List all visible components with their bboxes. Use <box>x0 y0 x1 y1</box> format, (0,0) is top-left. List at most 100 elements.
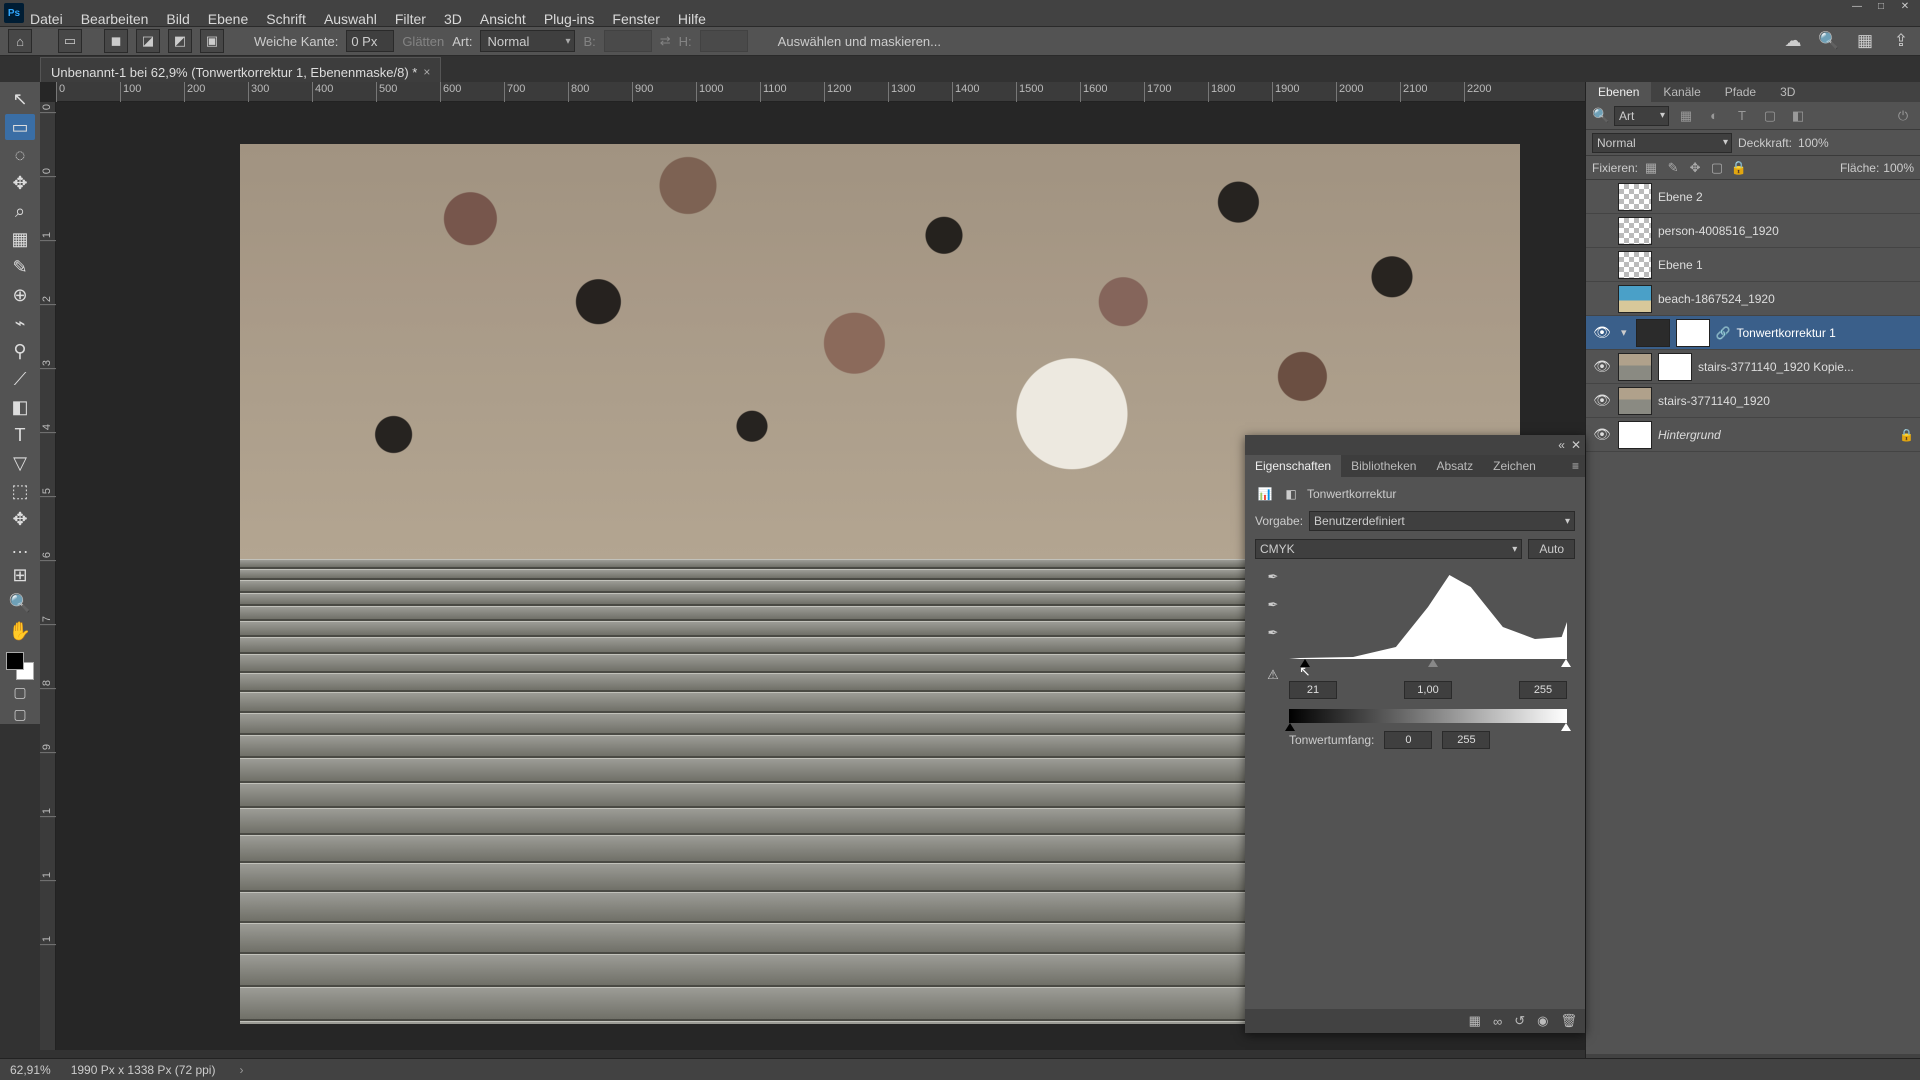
levels-clip-icon[interactable]: ⚠ <box>1263 665 1283 685</box>
tool-6[interactable]: ✎ <box>5 254 35 280</box>
tool-16[interactable]: … <box>5 534 35 560</box>
search-icon[interactable]: 🔍 <box>1818 30 1840 52</box>
layer-row[interactable]: person-4008516_1920 <box>1586 214 1920 248</box>
layer-thumbnail[interactable] <box>1618 285 1652 313</box>
prop-foot-icon-4[interactable]: 🗑 <box>1560 1013 1577 1029</box>
tool-13[interactable]: ▽ <box>5 450 35 476</box>
panel-tab-pfade[interactable]: Pfade <box>1713 82 1768 102</box>
home-button[interactable]: ⌂ <box>8 29 32 53</box>
lock-position-icon[interactable]: ✥ <box>1686 159 1704 177</box>
layer-name[interactable]: Hintergrund <box>1658 428 1893 442</box>
input-mid-slider[interactable] <box>1428 659 1438 667</box>
layer-row[interactable]: 👁 ▾ 🔗 Tonwertkorrektur 1 <box>1586 316 1920 350</box>
tool-9[interactable]: ⚲ <box>5 338 35 364</box>
tool-8[interactable]: ⌁ <box>5 310 35 336</box>
layer-row[interactable]: Ebene 2 <box>1586 180 1920 214</box>
lock-pixels-icon[interactable]: ✎ <box>1664 159 1682 177</box>
menu-schrift[interactable]: Schrift <box>266 11 306 27</box>
output-white-slider[interactable] <box>1561 723 1571 731</box>
quickmask-icon[interactable]: ▢ <box>5 682 35 702</box>
panel-tab-ebenen[interactable]: Ebenen <box>1586 82 1651 102</box>
blend-mode-select[interactable]: Normal <box>1592 133 1732 153</box>
layer-visibility-icon[interactable]: 👁 <box>1592 324 1612 341</box>
zoom-level[interactable]: 62,91% <box>10 1063 51 1077</box>
tool-18[interactable]: 🔍 <box>5 590 35 616</box>
lock-transparency-icon[interactable]: ▦ <box>1642 159 1660 177</box>
window-minimize-button[interactable]: — <box>1850 1 1864 11</box>
tool-10[interactable]: ⟋ <box>5 366 35 392</box>
fill-value[interactable]: 100% <box>1883 161 1914 175</box>
layer-visibility-icon[interactable]: 👁 <box>1592 358 1612 375</box>
layer-name[interactable]: Ebene 1 <box>1658 258 1914 272</box>
tool-11[interactable]: ◧ <box>5 394 35 420</box>
ruler-horizontal[interactable]: 0100200300400500600700800900100011001200… <box>56 82 1585 102</box>
menu-datei[interactable]: Datei <box>30 11 63 27</box>
tool-5[interactable]: ▦ <box>5 226 35 252</box>
eyedropper-white-icon[interactable]: ✒ <box>1263 623 1283 643</box>
tool-1[interactable]: ▭ <box>5 114 35 140</box>
input-black-field[interactable] <box>1289 681 1337 699</box>
document-tab[interactable]: Unbenannt-1 bei 62,9% (Tonwertkorrektur … <box>40 57 441 82</box>
auto-button[interactable]: Auto <box>1528 539 1575 559</box>
menu-auswahl[interactable]: Auswahl <box>324 11 377 27</box>
tool-3[interactable]: ✥ <box>5 170 35 196</box>
prop-tab-eigenschaften[interactable]: Eigenschaften <box>1245 455 1341 477</box>
menu-fenster[interactable]: Fenster <box>612 11 659 27</box>
layer-name[interactable]: person-4008516_1920 <box>1658 224 1914 238</box>
layer-name[interactable]: stairs-3771140_1920 <box>1658 394 1914 408</box>
filter-shape-icon[interactable]: ▢ <box>1759 106 1781 126</box>
layer-row[interactable]: 👁stairs-3771140_1920 <box>1586 384 1920 418</box>
layer-thumbnail[interactable] <box>1618 387 1652 415</box>
feather-input[interactable]: 0 Px <box>346 30 394 52</box>
layer-row[interactable]: 👁 Hintergrund 🔒 <box>1586 418 1920 452</box>
layer-lock-icon[interactable]: 🔒 <box>1899 428 1914 442</box>
layer-name[interactable]: Ebene 2 <box>1658 190 1914 204</box>
menu-ebene[interactable]: Ebene <box>208 11 248 27</box>
prop-foot-icon-1[interactable]: ∞ <box>1493 1014 1502 1029</box>
input-white-slider[interactable] <box>1561 659 1571 667</box>
tool-15[interactable]: ✥ <box>5 506 35 532</box>
color-swatch[interactable] <box>6 652 34 680</box>
eyedropper-gray-icon[interactable]: ✒ <box>1263 595 1283 615</box>
filter-type-icon[interactable]: T <box>1731 106 1753 126</box>
layer-expand-icon[interactable]: ▾ <box>1618 326 1630 339</box>
tool-12[interactable]: T <box>5 422 35 448</box>
input-mid-field[interactable] <box>1404 681 1452 699</box>
panel-collapse-icon[interactable]: « <box>1558 438 1565 452</box>
layer-mask-thumbnail[interactable] <box>1658 353 1692 381</box>
output-black-field[interactable] <box>1384 731 1432 749</box>
tool-4[interactable]: ⌕ <box>5 198 35 224</box>
selection-subtract-icon[interactable]: ◩ <box>168 29 192 53</box>
layer-visibility-icon[interactable]: 👁 <box>1592 426 1612 443</box>
filter-toggle-icon[interactable]: ⏻ <box>1892 106 1914 126</box>
ruler-vertical[interactable]: 00123456789111 <box>40 102 56 1050</box>
menu-filter[interactable]: Filter <box>395 11 426 27</box>
layer-name[interactable]: Tonwertkorrektur 1 <box>1736 326 1914 340</box>
menu-3d[interactable]: 3D <box>444 11 462 27</box>
menu-ansicht[interactable]: Ansicht <box>480 11 526 27</box>
layer-link-icon[interactable]: 🔗 <box>1716 326 1731 340</box>
menu-bearbeiten[interactable]: Bearbeiten <box>81 11 149 27</box>
layer-thumbnail[interactable] <box>1618 353 1652 381</box>
share-icon[interactable]: ⇪ <box>1890 30 1912 52</box>
tool-14[interactable]: ⬚ <box>5 478 35 504</box>
filter-adjust-icon[interactable]: ◐ <box>1703 106 1725 126</box>
channel-select[interactable]: CMYK <box>1255 539 1522 559</box>
selection-intersect-icon[interactable]: ▣ <box>200 29 224 53</box>
prop-tab-absatz[interactable]: Absatz <box>1426 455 1483 477</box>
panel-close-icon[interactable]: ✕ <box>1571 438 1581 452</box>
close-tab-icon[interactable]: × <box>423 65 430 79</box>
prop-foot-icon-3[interactable]: ◉ <box>1537 1013 1548 1029</box>
output-white-field[interactable] <box>1442 731 1490 749</box>
marquee-tool-icon[interactable]: ▭ <box>58 29 82 53</box>
workspace-icon[interactable]: ▦ <box>1854 30 1876 52</box>
layer-name[interactable]: stairs-3771140_1920 Kopie... <box>1698 360 1914 374</box>
window-maximize-button[interactable]: □ <box>1874 1 1888 11</box>
layer-search-icon[interactable]: 🔍 <box>1592 107 1608 124</box>
tool-17[interactable]: ⊞ <box>5 562 35 588</box>
prop-foot-icon-0[interactable]: ▦ <box>1469 1013 1481 1029</box>
layer-thumbnail[interactable] <box>1618 251 1652 279</box>
prop-foot-icon-2[interactable]: ↺ <box>1514 1013 1525 1029</box>
cloud-docs-icon[interactable]: ☁ <box>1782 30 1804 52</box>
menu-hilfe[interactable]: Hilfe <box>678 11 706 27</box>
